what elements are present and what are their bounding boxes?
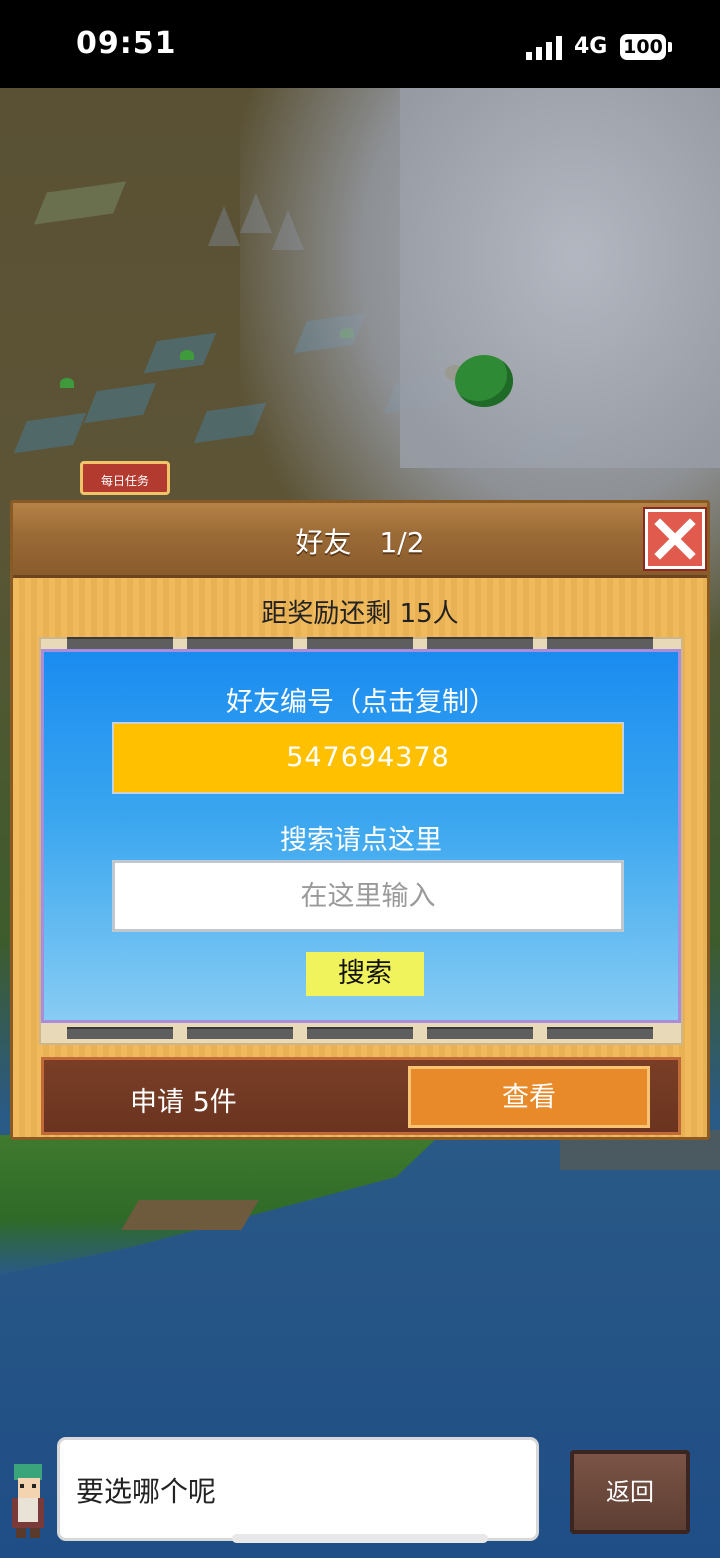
grass <box>180 350 194 360</box>
search-input[interactable] <box>112 860 624 932</box>
speech-text: 要选哪个呢 <box>76 1475 217 1508</box>
close-icon <box>654 518 696 560</box>
search-label: 搜索请点这里 <box>280 825 442 856</box>
slot <box>547 637 653 649</box>
map-tile <box>13 412 87 454</box>
slot <box>307 637 413 649</box>
slot <box>67 637 173 649</box>
slot <box>187 637 293 649</box>
back-button[interactable]: 返回 <box>570 1450 690 1534</box>
dialog-title: 好友 1/2 <box>295 526 425 559</box>
daily-task-button[interactable]: 每日任务 <box>80 461 170 495</box>
speech-bubble: 要选哪个呢 <box>60 1440 536 1538</box>
battery-tip <box>668 42 672 52</box>
bush <box>455 355 513 407</box>
request-bar: 申请 5件 查看 <box>41 1057 681 1135</box>
status-bar: 09:51 4G 100 <box>0 0 720 88</box>
request-count-text: 申请 5件 <box>130 1087 237 1118</box>
dock <box>121 1200 259 1230</box>
slot <box>547 1027 653 1039</box>
grass <box>60 378 74 388</box>
mountain <box>208 206 240 246</box>
slot <box>67 1027 173 1039</box>
map-tile <box>83 382 157 424</box>
signal-icon <box>526 36 562 60</box>
friend-id-copy-field[interactable]: 547694378 <box>112 722 624 794</box>
reward-remaining-text: 距奖励还剩 15人 <box>261 599 459 629</box>
friend-id-label: 好友编号（点击复制） <box>226 687 496 718</box>
view-button[interactable]: 查看 <box>408 1066 650 1128</box>
slot <box>307 1027 413 1039</box>
network-type: 4G <box>574 34 608 59</box>
friends-dialog: 好友 1/2 距奖励还剩 15人 好友编号（点击复制） 547694378 搜索… <box>10 500 710 1140</box>
slot <box>427 637 533 649</box>
clock: 09:51 <box>76 26 177 61</box>
slot <box>187 1027 293 1039</box>
dialog-header: 好友 1/2 <box>13 503 707 578</box>
character-avatar <box>12 1464 44 1538</box>
search-button[interactable]: 搜索 <box>306 952 424 996</box>
map-tile <box>33 181 127 225</box>
slot <box>427 1027 533 1039</box>
battery-icon: 100 <box>620 34 666 60</box>
friend-search-panel: 好友编号（点击复制） 547694378 搜索请点这里 搜索 <box>41 649 681 1023</box>
close-button[interactable] <box>645 509 705 569</box>
home-indicator[interactable] <box>232 1534 488 1543</box>
